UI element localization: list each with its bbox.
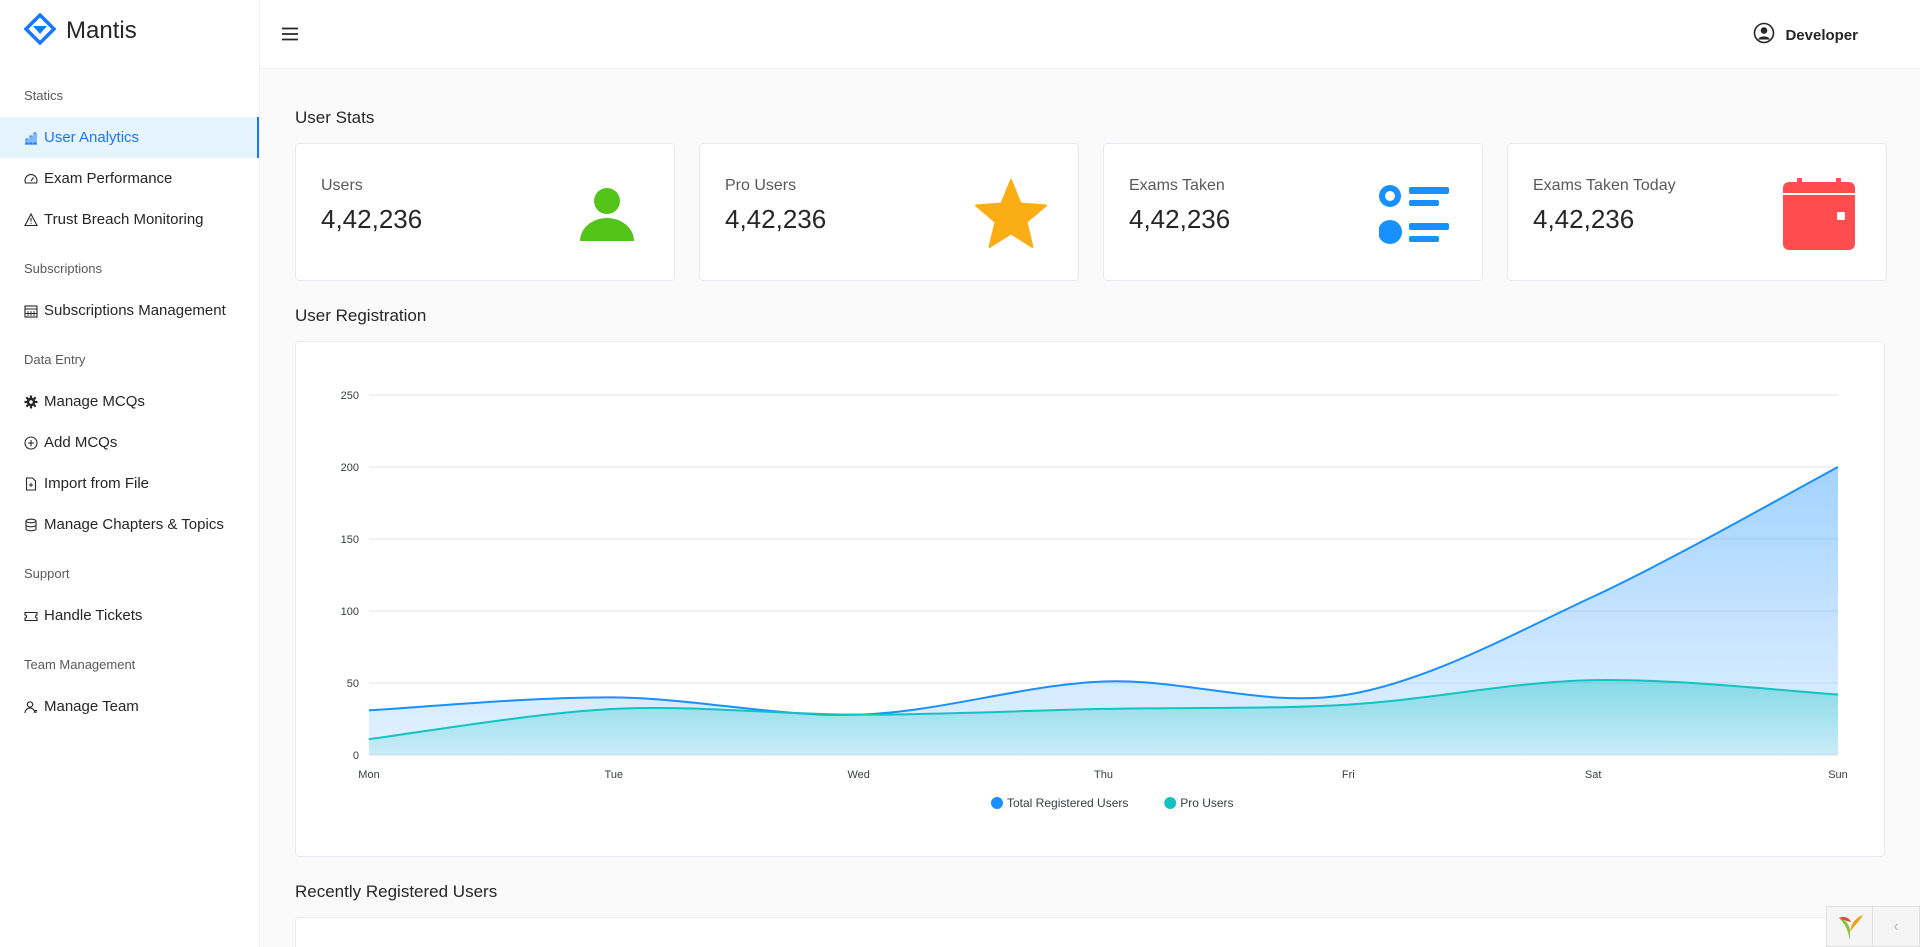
stat-label: Pro Users	[725, 177, 797, 194]
stat-value: 4,42,236	[1533, 204, 1635, 234]
stat-value: 4,42,236	[1129, 204, 1231, 234]
list-icon	[1378, 177, 1452, 251]
sidebar-item-label: Exam Performance	[44, 170, 173, 187]
x-tick-label: Mon	[358, 769, 379, 781]
sidebar-item-manage-chapters[interactable]: Manage Chapters & Topics	[0, 504, 259, 545]
database-icon	[24, 518, 38, 532]
sidebar-item-exam-performance[interactable]: Exam Performance	[0, 158, 259, 199]
x-tick-label: Thu	[1094, 769, 1113, 781]
debug-toolbar-widget: ‹	[1826, 906, 1920, 947]
bar-chart-icon	[24, 131, 38, 145]
x-tick-label: Fri	[1342, 769, 1355, 781]
recently-registered-title: Recently Registered Users	[295, 882, 498, 901]
stat-card-exams-today: Exams Taken Today 4,42,236	[1507, 143, 1887, 281]
sidebar-item-label: Add MCQs	[44, 434, 118, 451]
user-name: Developer	[1785, 27, 1858, 44]
sidebar-item-label: Import from File	[44, 475, 150, 492]
legend-marker	[1164, 797, 1177, 809]
legend-marker	[991, 797, 1003, 809]
stat-label: Exams Taken	[1129, 177, 1225, 194]
stat-card-users: Users 4,42,236	[295, 143, 675, 281]
y-tick-label: 100	[341, 606, 359, 618]
recently-registered-card	[295, 917, 1885, 947]
user-registration-title: User Registration	[295, 306, 427, 325]
sidebar-item-label: Handle Tickets	[44, 607, 143, 624]
legend-label: Pro Users	[1180, 796, 1233, 810]
file-add-icon	[24, 476, 38, 491]
user-registration-chart: 0 50 100 150 200 250 Mon Tue Wed Thu Fri Sat Sun Tota…	[341, 390, 1848, 810]
top-header: Developer	[260, 0, 1920, 69]
sidebar-item-label: Manage Chapters & Topics	[44, 516, 224, 533]
y-tick-label: 250	[341, 390, 359, 402]
calendar-icon	[1782, 177, 1856, 251]
y-tick-label: 0	[353, 750, 359, 762]
ticket-icon	[24, 609, 38, 623]
sidebar-item-label: User Analytics	[44, 129, 140, 146]
stat-value: 4,42,236	[321, 204, 423, 234]
star-icon	[974, 177, 1048, 251]
gear-icon	[24, 395, 38, 409]
sidebar-item-manage-mcqs[interactable]: Manage MCQs	[0, 381, 259, 422]
stat-label: Exams Taken Today	[1533, 177, 1676, 194]
nav-group-title-subscriptions: Subscriptions	[24, 260, 103, 276]
hamburger-menu-icon[interactable]	[278, 22, 302, 46]
sidebar-item-user-analytics[interactable]: User Analytics	[0, 117, 259, 158]
y-tick-label: 200	[341, 462, 359, 474]
calendar-grid-icon	[24, 304, 38, 318]
stat-label: Users	[321, 177, 363, 194]
nav-group-title-support: Support	[24, 565, 70, 581]
sidebar-item-handle-tickets[interactable]: Handle Tickets	[0, 595, 259, 636]
y-tick-label: 150	[341, 534, 359, 546]
sidebar: Mantis Statics User Analytics Exam Perfo…	[0, 0, 260, 947]
dashboard-gauge-icon	[24, 172, 38, 186]
user-icon	[570, 177, 644, 251]
mantis-logo-icon	[23, 12, 57, 50]
x-tick-label: Sun	[1828, 769, 1848, 781]
user-stats-title: User Stats	[295, 108, 375, 127]
sidebar-item-import-from-file[interactable]: Import from File	[0, 463, 259, 504]
sidebar-item-label: Manage MCQs	[44, 393, 145, 410]
yii-logo-icon[interactable]	[1827, 907, 1874, 946]
sidebar-item-label: Subscriptions Management	[44, 302, 226, 319]
x-tick-label: Sat	[1585, 769, 1602, 781]
user-registration-chart-card: 0 50 100 150 200 250 Mon Tue Wed Thu Fri Sat Sun Tota…	[295, 341, 1885, 857]
y-tick-label: 50	[347, 678, 359, 690]
sidebar-item-trust-breach[interactable]: Trust Breach Monitoring	[0, 199, 259, 240]
stat-card-pro-users: Pro Users 4,42,236	[699, 143, 1079, 281]
stat-card-exams-taken: Exams Taken 4,42,236	[1103, 143, 1483, 281]
sidebar-item-label: Manage Team	[44, 698, 139, 715]
sidebar-item-manage-team[interactable]: Manage Team	[0, 686, 259, 727]
team-user-icon	[24, 700, 38, 714]
sidebar-item-add-mcqs[interactable]: Add MCQs	[0, 422, 259, 463]
warning-icon	[24, 212, 38, 227]
stat-value: 4,42,236	[725, 204, 827, 234]
user-circle-icon	[1753, 22, 1775, 49]
plus-circle-icon	[24, 435, 38, 450]
nav-group-title-team-management: Team Management	[24, 656, 136, 672]
collapse-chevron-icon[interactable]: ‹	[1873, 907, 1919, 946]
legend-label: Total Registered Users	[1007, 796, 1128, 810]
nav-group-title-statics: Statics	[24, 87, 64, 103]
sidebar-item-subscriptions-management[interactable]: Subscriptions Management	[0, 290, 259, 331]
nav-group-title-data-entry: Data Entry	[24, 351, 86, 367]
x-tick-label: Wed	[847, 769, 869, 781]
brand[interactable]: Mantis	[0, 0, 259, 62]
x-tick-label: Tue	[605, 769, 624, 781]
sidebar-item-label: Trust Breach Monitoring	[44, 211, 204, 228]
user-profile-button[interactable]: Developer	[1753, 22, 1858, 49]
brand-name: Mantis	[66, 17, 137, 44]
